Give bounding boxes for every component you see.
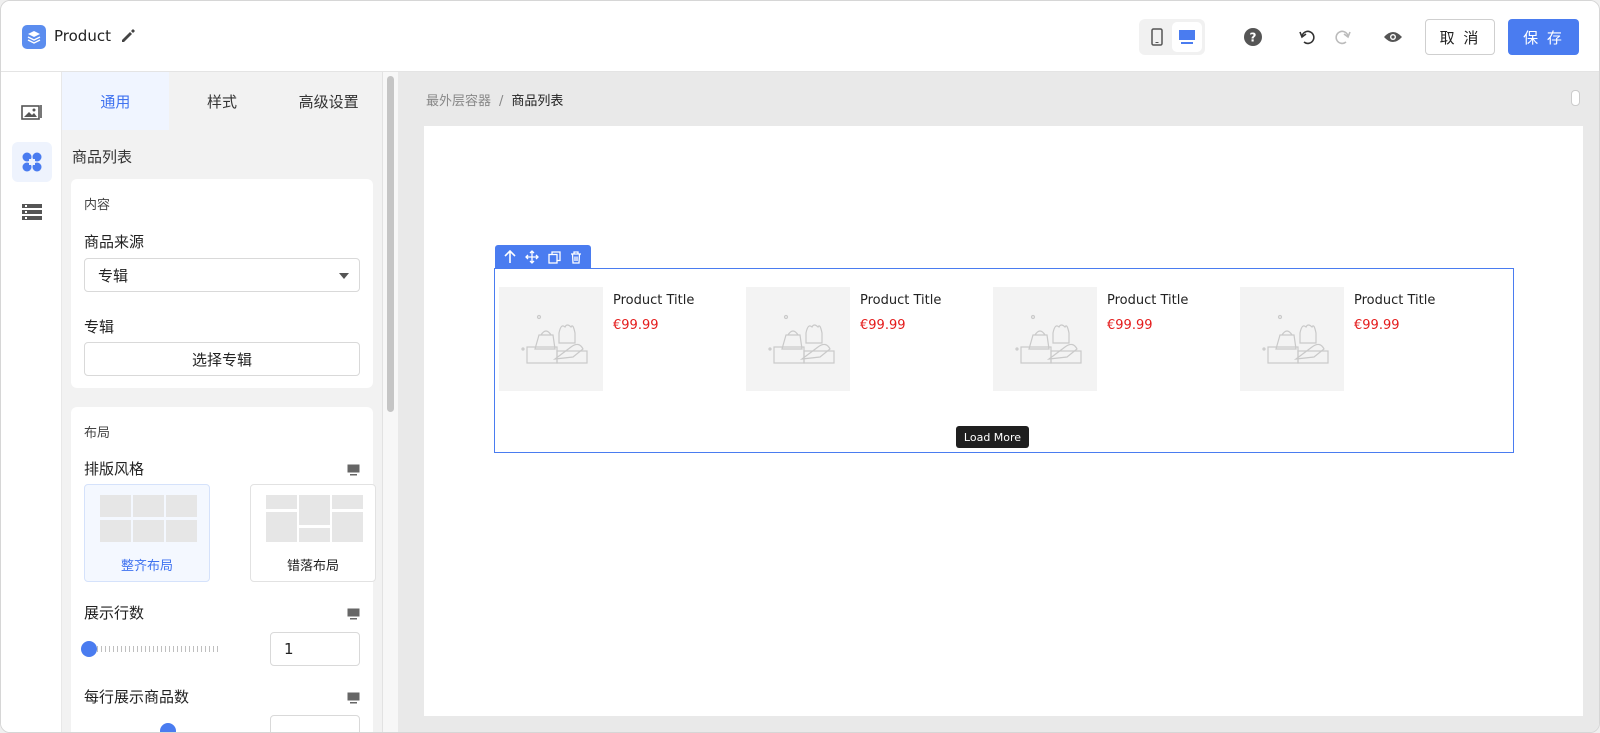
rows-slider[interactable] bbox=[89, 646, 219, 652]
list-layers-icon bbox=[22, 204, 42, 220]
pencil-icon[interactable] bbox=[119, 27, 137, 45]
product-list-component[interactable]: Product Title €99.99 Product Title €99.9… bbox=[494, 268, 1514, 453]
album-label: 专辑 bbox=[84, 318, 115, 336]
top-bar: Product ? 取 消 保 存 bbox=[1, 1, 1599, 72]
source-select[interactable]: 专辑 bbox=[84, 258, 360, 292]
rail-item-layers[interactable] bbox=[12, 192, 52, 232]
shopping-illustration-icon bbox=[768, 314, 835, 364]
panel-scroll-thumb[interactable] bbox=[387, 76, 394, 412]
product-card[interactable]: Product Title €99.99 bbox=[989, 287, 1229, 391]
product-card[interactable]: Product Title €99.99 bbox=[495, 287, 735, 391]
settings-panel: 通用 样式 高级设置 商品列表 内容 商品来源 专辑 专辑 选择专辑 布局 排版… bbox=[62, 72, 382, 732]
help-icon[interactable]: ? bbox=[1241, 25, 1265, 49]
style-option-staggered[interactable]: 错落布局 bbox=[250, 484, 376, 582]
content-heading: 内容 bbox=[84, 198, 111, 213]
mobile-view-button[interactable] bbox=[1142, 22, 1172, 52]
style-option-label: 整齐布局 bbox=[120, 559, 173, 574]
breadcrumb-root[interactable]: 最外层容器 bbox=[426, 94, 491, 109]
device-switch bbox=[1139, 19, 1205, 55]
preview-eye-icon[interactable] bbox=[1381, 25, 1405, 49]
style-option-aligned[interactable]: 整齐布局 bbox=[84, 484, 210, 582]
page-title: Product bbox=[54, 27, 111, 45]
app-window: Product ? 取 消 保 存 通用 样式 高级设置 商品列表 内容 商品来… bbox=[0, 0, 1600, 733]
desktop-view-button[interactable] bbox=[1172, 22, 1202, 52]
delete-trash-icon[interactable] bbox=[568, 249, 584, 265]
rail-item-media[interactable] bbox=[12, 92, 52, 132]
rows-slider-handle[interactable] bbox=[81, 641, 97, 657]
style-option-label: 错落布局 bbox=[286, 559, 339, 574]
layout-card: 布局 排版风格 整齐布局 错落布局 展示行数 1 每行展示商品数 bbox=[71, 407, 376, 732]
choose-album-button[interactable]: 选择专辑 bbox=[84, 342, 360, 376]
left-rail bbox=[1, 72, 62, 732]
rail-item-components[interactable] bbox=[12, 142, 52, 182]
mobile-icon bbox=[1151, 28, 1163, 46]
caret-down-icon bbox=[339, 273, 349, 279]
breadcrumb-separator: / bbox=[499, 94, 504, 109]
product-card[interactable]: Product Title €99.99 bbox=[1236, 287, 1476, 391]
product-image-placeholder bbox=[746, 287, 850, 391]
product-title: Product Title bbox=[613, 293, 695, 308]
rows-input[interactable]: 1 bbox=[270, 632, 360, 666]
rows-label: 展示行数 bbox=[84, 604, 145, 622]
settings-tabs: 通用 样式 高级设置 bbox=[62, 72, 382, 130]
svg-text:?: ? bbox=[1250, 31, 1257, 45]
component-toolbar bbox=[495, 245, 591, 269]
cancel-button[interactable]: 取 消 bbox=[1425, 19, 1495, 55]
source-label: 商品来源 bbox=[84, 233, 145, 251]
load-more-button[interactable]: Load More bbox=[956, 426, 1029, 448]
shopping-illustration-icon bbox=[521, 314, 588, 364]
style-label: 排版风格 bbox=[84, 460, 145, 478]
tab-general[interactable]: 通用 bbox=[62, 72, 169, 130]
source-select-value: 专辑 bbox=[98, 266, 129, 285]
layout-heading: 布局 bbox=[84, 426, 111, 441]
shopping-illustration-icon bbox=[1262, 314, 1329, 364]
product-price: €99.99 bbox=[860, 318, 906, 333]
drag-move-icon[interactable] bbox=[524, 249, 540, 265]
component-title: 商品列表 bbox=[72, 148, 133, 166]
page-canvas[interactable]: Product Title €99.99 Product Title €99.9… bbox=[424, 126, 1583, 716]
breadcrumb: 最外层容器 / 商品列表 bbox=[426, 90, 563, 109]
canvas-scroll-thumb[interactable] bbox=[1571, 90, 1580, 106]
desktop-mini-icon bbox=[347, 461, 360, 476]
desktop-mini-icon bbox=[347, 605, 360, 620]
product-title: Product Title bbox=[1354, 293, 1436, 308]
content-card: 内容 商品来源 专辑 专辑 选择专辑 bbox=[71, 179, 373, 388]
save-button[interactable]: 保 存 bbox=[1508, 19, 1579, 55]
per-row-input[interactable]: 4 bbox=[270, 715, 360, 732]
tab-advanced[interactable]: 高级设置 bbox=[275, 72, 382, 130]
components-icon bbox=[22, 152, 42, 172]
desktop-mini-icon bbox=[347, 689, 360, 704]
product-price: €99.99 bbox=[613, 318, 659, 333]
layers-logo-icon bbox=[22, 25, 46, 49]
rows-input-value: 1 bbox=[284, 640, 294, 658]
product-image-placeholder bbox=[993, 287, 1097, 391]
breadcrumb-current: 商品列表 bbox=[511, 94, 564, 109]
tab-style[interactable]: 样式 bbox=[169, 72, 276, 130]
product-price: €99.99 bbox=[1107, 318, 1153, 333]
undo-icon[interactable] bbox=[1295, 25, 1319, 49]
per-row-label: 每行展示商品数 bbox=[84, 688, 190, 706]
product-image-placeholder bbox=[1240, 287, 1344, 391]
desktop-icon bbox=[1179, 30, 1195, 44]
move-up-icon[interactable] bbox=[502, 249, 518, 265]
shopping-illustration-icon bbox=[1015, 314, 1082, 364]
image-gallery-icon bbox=[21, 105, 42, 120]
product-price: €99.99 bbox=[1354, 318, 1400, 333]
product-title: Product Title bbox=[860, 293, 942, 308]
panel-scrollbar[interactable] bbox=[382, 72, 398, 732]
copy-icon[interactable] bbox=[546, 249, 562, 265]
editor-canvas-area: 最外层容器 / 商品列表 Product Title €99.99 Produc… bbox=[398, 72, 1599, 732]
product-image-placeholder bbox=[499, 287, 603, 391]
redo-icon[interactable] bbox=[1331, 25, 1355, 49]
per-row-slider-handle[interactable] bbox=[160, 723, 176, 732]
product-title: Product Title bbox=[1107, 293, 1189, 308]
product-card[interactable]: Product Title €99.99 bbox=[742, 287, 982, 391]
